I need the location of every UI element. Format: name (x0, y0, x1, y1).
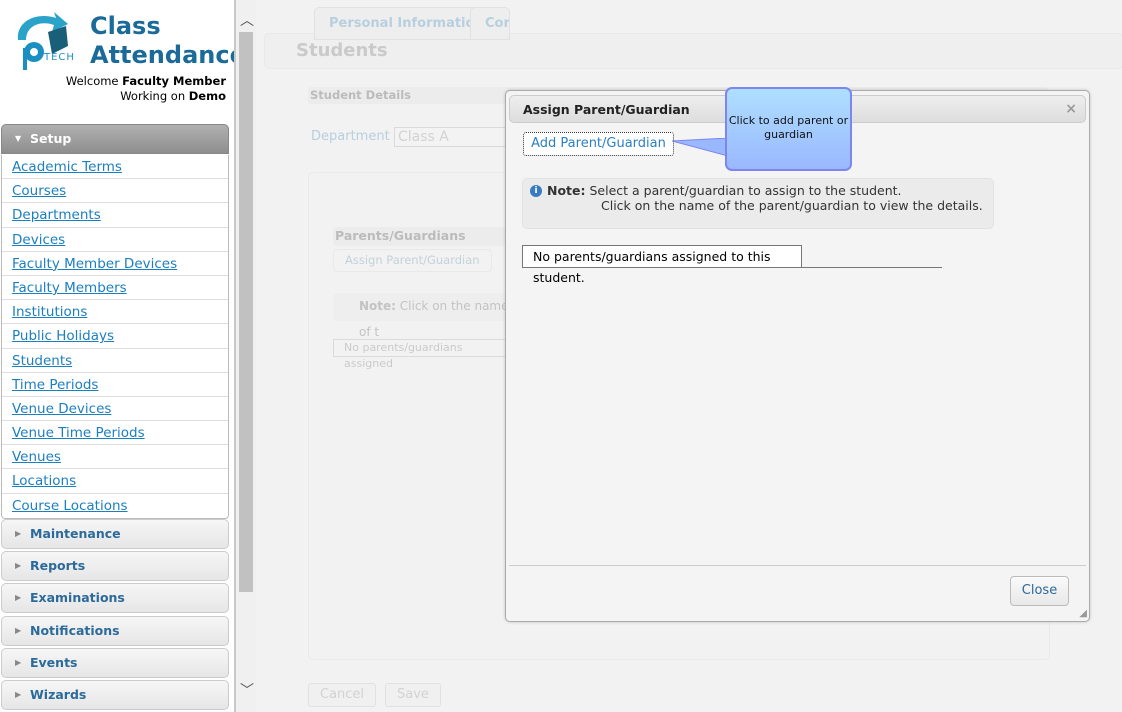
svg-text:TECH: TECH (43, 52, 75, 63)
sidebar-item-venue-devices[interactable]: Venue Devices (2, 397, 228, 422)
note: i Note: Select a parent/guardian to assi… (522, 178, 994, 229)
accordion-examinations[interactable]: ▶ Examinations (1, 583, 229, 613)
empty-message: No parents/guardians assigned (333, 339, 513, 370)
add-parent-button[interactable]: Add Parent/Guardian (523, 132, 674, 156)
divider (509, 565, 1086, 566)
caret-right-icon: ▶ (15, 561, 22, 570)
accordion-events[interactable]: ▶ Events (1, 648, 229, 678)
caret-down-icon: ▼ (15, 134, 22, 143)
caret-right-icon: ▶ (15, 529, 22, 538)
close-icon[interactable]: × (1065, 96, 1077, 123)
sidebar-item-venue-time-periods[interactable]: Venue Time Periods (2, 421, 228, 446)
sidebar-item-faculty-member-devices[interactable]: Faculty Member Devices (2, 252, 228, 276)
close-button[interactable]: Close (1010, 576, 1069, 606)
accordion-setup[interactable]: ▼ Setup (1, 124, 229, 154)
scroll-down-icon[interactable]: ﹀ (240, 680, 254, 700)
save-button[interactable]: Save (385, 683, 441, 707)
scrollbar-thumb[interactable] (239, 32, 253, 592)
accordion-reports[interactable]: ▶ Reports (1, 551, 229, 581)
sidebar-item-departments[interactable]: Departments (2, 203, 228, 228)
accordion-maintenance[interactable]: ▶ Maintenance (1, 519, 229, 549)
caret-right-icon: ▶ (15, 626, 22, 635)
tab-contact[interactable]: Con (470, 7, 510, 40)
divider (522, 267, 942, 268)
sidebar-item-locations[interactable]: Locations (2, 469, 228, 494)
sidebar-item-institutions[interactable]: Institutions (2, 300, 228, 325)
resize-grip-icon[interactable]: ◢ (1079, 608, 1087, 619)
department-label: Department (311, 129, 390, 144)
assign-parent-button[interactable]: Assign Parent/Guardian (333, 249, 492, 272)
sidebar-item-devices[interactable]: Devices (2, 228, 228, 252)
tooltip-pointer (672, 138, 729, 157)
scrollbar[interactable]: ︿ ﹀ (236, 0, 256, 712)
caret-right-icon: ▶ (15, 593, 22, 602)
sidebar-item-students[interactable]: Students (2, 349, 228, 373)
accordion-notifications[interactable]: ▶ Notifications (1, 616, 229, 646)
department-select[interactable]: Class A (394, 127, 514, 147)
sidebar-item-academic-terms[interactable]: Academic Terms (2, 155, 228, 180)
sidebar-item-faculty-members[interactable]: Faculty Members (2, 276, 228, 301)
sidebar-item-course-locations[interactable]: Course Locations (2, 494, 228, 518)
note: Note: Click on the name of t (333, 293, 513, 339)
sidebar-item-public-holidays[interactable]: Public Holidays (2, 324, 228, 349)
sidebar-item-venues[interactable]: Venues (2, 445, 228, 470)
sidebar-item-courses[interactable]: Courses (2, 179, 228, 204)
accordion-wizards[interactable]: ▶ Wizards (1, 680, 229, 710)
info-icon: i (530, 185, 542, 197)
caret-right-icon: ▶ (15, 690, 22, 699)
app-title: Class Attendance (90, 12, 246, 69)
empty-message: No parents/guardians assigned to this st… (522, 245, 802, 285)
sidebar: TECH Class Attendance Welcome Faculty Mem… (0, 0, 246, 712)
iptech-logo: TECH (17, 12, 75, 70)
welcome-text: Welcome Faculty Member Working on Demo (65, 74, 226, 103)
caret-right-icon: ▶ (15, 658, 22, 667)
setup-menu: Academic Terms Courses Departments Devices F… (1, 155, 229, 519)
scroll-up-icon[interactable]: ︿ (240, 10, 254, 30)
cancel-button[interactable]: Cancel (308, 683, 377, 707)
sidebar-item-time-periods[interactable]: Time Periods (2, 373, 228, 397)
parents-header: Parents/Guardians (333, 227, 533, 246)
tooltip: Click to add parent or guardian (725, 87, 852, 171)
